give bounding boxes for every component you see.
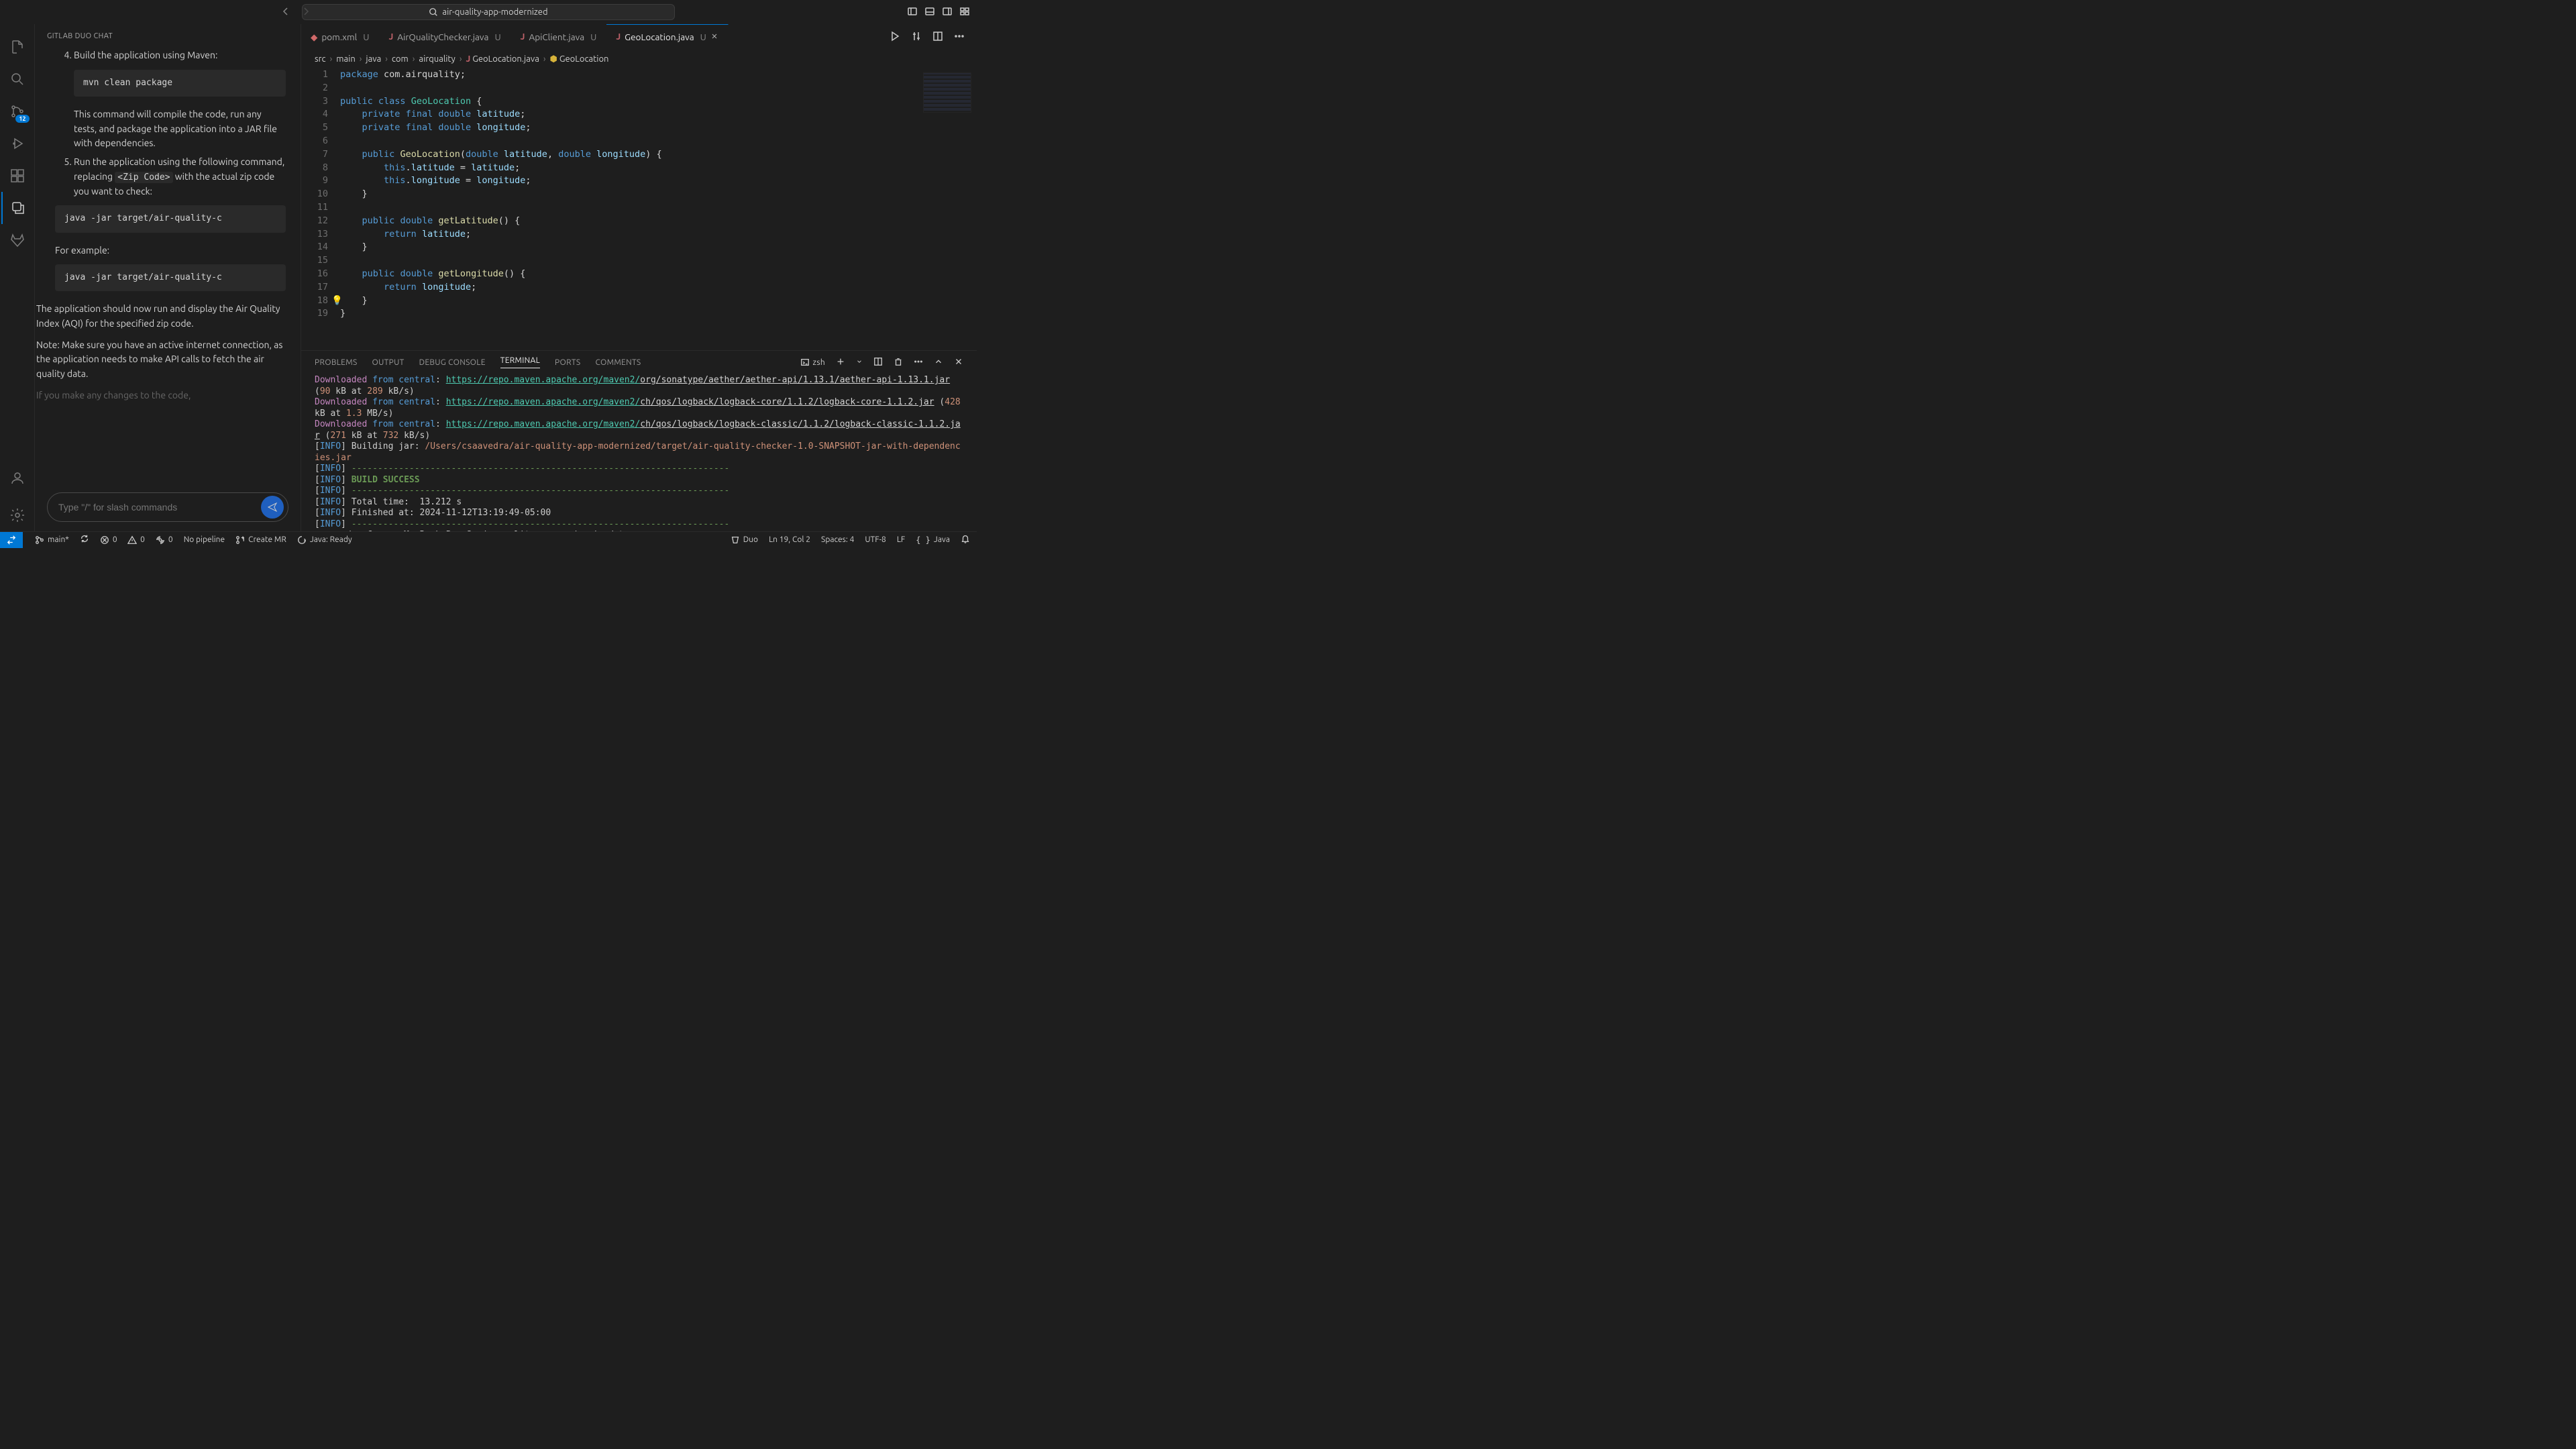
tab-close-icon[interactable] [710, 32, 718, 42]
terminal-shell-picker[interactable]: zsh [800, 358, 825, 367]
compare-icon[interactable] [911, 31, 922, 44]
status-problems[interactable]: 0 0 [100, 535, 145, 545]
breadcrumb-item[interactable]: java [366, 54, 381, 64]
minimap[interactable] [923, 72, 971, 113]
title-bar: air-quality-app-modernized [0, 0, 977, 24]
status-duo[interactable]: Duo [731, 535, 758, 545]
activity-explorer[interactable] [1, 31, 34, 63]
code-editor[interactable]: 123456789101112131415161718💡19 package c… [301, 68, 977, 350]
status-eol[interactable]: LF [897, 535, 905, 544]
more-icon[interactable] [954, 31, 965, 44]
panel-tab-debug-console[interactable]: DEBUG CONSOLE [419, 358, 486, 367]
command-center-text: air-quality-app-modernized [442, 7, 547, 17]
breadcrumb-item[interactable]: main [336, 54, 355, 64]
chat-code-example[interactable]: java -jar target/air-quality-c [55, 264, 286, 291]
chat-code-mvn[interactable]: mvn clean package [74, 70, 286, 97]
layout-customize-icon[interactable] [959, 6, 970, 19]
terminal-panel: PROBLEMS OUTPUT DEBUG CONSOLE TERMINAL PORTS… [301, 350, 977, 531]
status-pipeline[interactable]: No pipeline [184, 535, 225, 544]
breadcrumb-item[interactable]: src [315, 54, 326, 64]
status-notifications-icon[interactable] [961, 534, 970, 545]
panel-more-icon[interactable] [914, 357, 923, 368]
activity-search[interactable] [1, 63, 34, 95]
chat-note-para: Note: Make sure you have an active inter… [36, 338, 286, 382]
chat-panel-title: GITLAB DUO CHAT [35, 24, 301, 48]
split-editor-icon[interactable] [932, 31, 943, 44]
status-encoding[interactable]: UTF-8 [865, 535, 885, 544]
run-icon[interactable] [890, 31, 900, 44]
status-spaces[interactable]: Spaces: 4 [821, 535, 854, 544]
activity-debug[interactable] [1, 127, 34, 160]
activity-settings[interactable] [1, 499, 34, 531]
activity-bar: 12 [0, 24, 35, 531]
status-language[interactable]: { }Java [916, 535, 950, 545]
breadcrumb-item[interactable]: airquality [419, 54, 455, 64]
chat-input-field[interactable] [58, 502, 261, 513]
kill-terminal-icon[interactable] [894, 357, 903, 368]
chat-content: Build the application using Maven: mvn c… [35, 48, 301, 484]
chat-step-4: Build the application using Maven: mvn c… [74, 48, 286, 151]
status-lncol[interactable]: Ln 19, Col 2 [769, 535, 810, 544]
breadcrumb-item[interactable]: ⬢ GeoLocation [550, 54, 609, 64]
status-create-mr[interactable]: Create MR [235, 535, 286, 545]
status-ports[interactable]: 0 [156, 535, 173, 545]
tab-AirQualityChecker-java[interactable]: JAirQualityChecker.javaU [379, 24, 511, 50]
activity-gitlab-duo[interactable] [1, 192, 34, 224]
tab-pom-xml[interactable]: ◆pom.xmlU [301, 24, 379, 50]
chat-step-5: Run the application using the following … [74, 155, 286, 199]
tab-bar: ◆pom.xmlUJAirQualityChecker.javaUJApiCli… [301, 24, 977, 50]
layout-sidebar-left-icon[interactable] [907, 6, 918, 19]
status-bar: main* 0 0 0 No pipeline Create MR Java: … [0, 531, 977, 547]
panel-tab-comments[interactable]: COMMENTS [595, 358, 641, 367]
command-center[interactable]: air-quality-app-modernized [302, 4, 675, 20]
activity-gitlab[interactable] [1, 224, 34, 256]
gitlab-duo-chat-panel: GITLAB DUO CHAT Build the application us… [35, 24, 301, 531]
breadcrumb-item[interactable]: J GeoLocation.java [466, 54, 539, 64]
panel-tab-problems[interactable]: PROBLEMS [315, 358, 358, 367]
new-terminal-icon[interactable] [836, 357, 845, 368]
status-sync-icon[interactable] [80, 534, 89, 545]
panel-tab-terminal[interactable]: TERMINAL [500, 356, 540, 368]
panel-tab-ports[interactable]: PORTS [555, 358, 580, 367]
line-gutter: 123456789101112131415161718💡19 [301, 68, 340, 350]
tab-GeoLocation-java[interactable]: JGeoLocation.javaU [606, 24, 728, 50]
panel-tabs: PROBLEMS OUTPUT DEBUG CONSOLE TERMINAL PORTS… [301, 351, 977, 374]
status-java[interactable]: Java: Ready [297, 535, 352, 545]
terminal-dropdown-icon[interactable] [856, 358, 863, 367]
activity-extensions[interactable] [1, 160, 34, 192]
breadcrumb-item[interactable]: com [392, 54, 409, 64]
chat-input[interactable] [47, 492, 288, 522]
panel-maximize-icon[interactable] [934, 357, 943, 368]
activity-scm[interactable]: 12 [1, 95, 34, 127]
send-button[interactable] [261, 496, 284, 519]
chat-result-para: The application should now run and displ… [36, 302, 286, 331]
remote-indicator[interactable] [0, 532, 23, 548]
chat-for-example: For example: [55, 244, 286, 258]
scm-badge: 12 [15, 115, 29, 123]
nav-forward-icon[interactable] [301, 6, 311, 19]
breadcrumbs[interactable]: src›main›java›com›airquality›J GeoLocati… [301, 50, 977, 68]
layout-sidebar-right-icon[interactable] [942, 6, 953, 19]
activity-accounts[interactable] [1, 462, 34, 494]
tab-ApiClient-java[interactable]: JApiClient.javaU [511, 24, 607, 50]
panel-close-icon[interactable] [954, 357, 963, 368]
code-content[interactable]: package com.airquality; public class Geo… [340, 68, 977, 350]
panel-tab-output[interactable]: OUTPUT [372, 358, 405, 367]
lightbulb-icon[interactable]: 💡 [331, 294, 343, 308]
nav-back-icon[interactable] [280, 6, 291, 19]
split-terminal-icon[interactable] [873, 357, 883, 368]
status-branch[interactable]: main* [35, 535, 69, 545]
chat-fade-para: If you make any changes to the code, [36, 388, 286, 403]
terminal-output[interactable]: Downloaded from central: https://repo.ma… [301, 374, 977, 531]
chat-code-run[interactable]: java -jar target/air-quality-c [55, 205, 286, 232]
layout-panel-icon[interactable] [924, 6, 935, 19]
editor-area: ◆pom.xmlUJAirQualityChecker.javaUJApiCli… [301, 24, 977, 531]
